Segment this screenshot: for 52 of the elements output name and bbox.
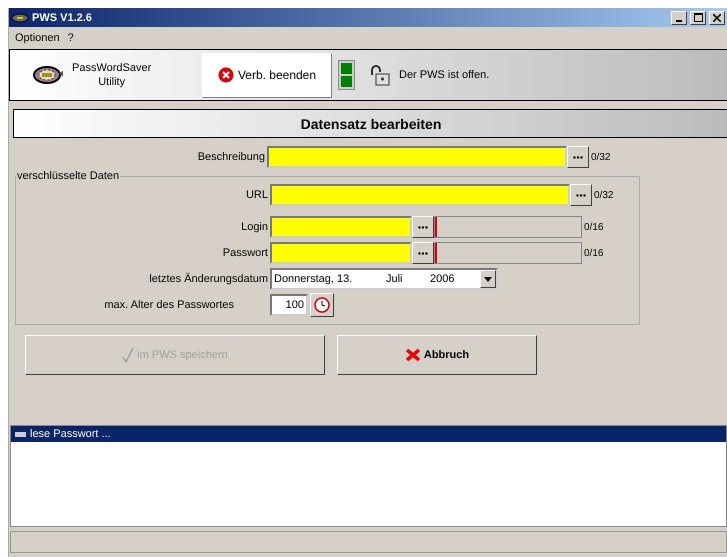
field-label: Login (240, 221, 269, 233)
status-lights (338, 60, 355, 90)
close-button[interactable] (709, 10, 725, 24)
field-label: Passwort (222, 247, 269, 259)
error-icon (218, 67, 234, 83)
char-counter: 0/32 (594, 190, 614, 200)
window-title: PWS V1.2.6 (32, 12, 93, 24)
date-dropdown[interactable]: Donnerstag, 13. Juli 2006 (270, 268, 498, 290)
padlock-icon (369, 64, 391, 86)
field-label: max. Alter des Passwortes (103, 299, 235, 311)
cross-icon (404, 348, 421, 362)
section-heading: Datensatz bearbeiten (13, 109, 727, 138)
status-text: Der PWS ist offen. (399, 69, 490, 81)
minimize-icon (676, 20, 682, 22)
maximize-icon (694, 13, 702, 22)
input-field[interactable] (270, 184, 570, 206)
char-counter: 0/32 (591, 152, 610, 162)
minimize-button[interactable] (671, 10, 687, 24)
ellipsis-icon (576, 194, 586, 196)
menu-item[interactable]: Optionen (15, 32, 60, 44)
clock-button[interactable] (310, 293, 334, 317)
clock-icon (314, 297, 330, 313)
maximize-button[interactable] (690, 10, 706, 24)
app-name: PassWordSaver Utility (72, 61, 152, 89)
char-counter: 0/16 (584, 248, 604, 258)
more-button[interactable] (412, 216, 434, 238)
menu-item[interactable]: ? (68, 32, 74, 44)
more-button[interactable] (567, 146, 589, 168)
minus-icon (15, 432, 26, 436)
dropdown-button[interactable] (480, 270, 496, 288)
close-icon (713, 14, 721, 22)
more-button[interactable] (412, 242, 434, 264)
input-field[interactable] (267, 146, 567, 168)
logo-icon (32, 65, 64, 85)
caret-icon (484, 276, 492, 282)
age-field[interactable]: 100 (270, 294, 308, 316)
cancel-button[interactable]: Abbruch (337, 335, 537, 375)
app-icon (11, 12, 29, 22)
more-button[interactable] (570, 184, 592, 206)
ellipsis-icon (418, 226, 428, 228)
group-title: verschlüsselte Daten (16, 170, 120, 182)
field-label: URL (244, 189, 269, 201)
field-label: Beschreibung (196, 151, 266, 163)
log-item[interactable]: lese Passwort ... (11, 426, 726, 442)
ellipsis-icon (573, 156, 583, 158)
input-field[interactable] (270, 216, 412, 238)
checkmark-icon (122, 347, 134, 363)
ellipsis-icon (418, 252, 428, 254)
input-field[interactable] (270, 242, 412, 264)
field-label: letztes Änderungsdatum (148, 273, 269, 285)
disconnect-button[interactable]: Verb. beenden (202, 52, 332, 98)
char-counter: 0/16 (584, 222, 604, 232)
